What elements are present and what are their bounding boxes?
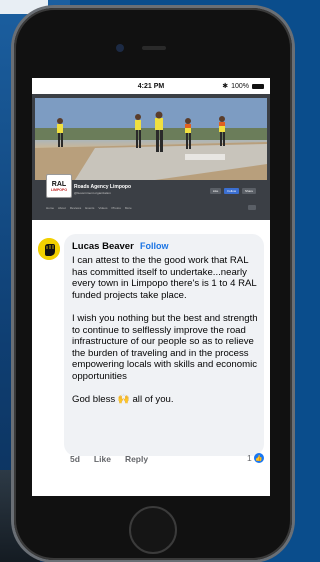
tab-home[interactable]: Home bbox=[46, 206, 54, 210]
comment-time: 5d bbox=[70, 454, 80, 464]
page-share-button[interactable]: Share bbox=[241, 188, 256, 194]
facebook-page-screenshot: RAL LIMPOPO Roads Agency Limpopo @Govern… bbox=[32, 94, 270, 220]
avatar[interactable] bbox=[38, 238, 60, 260]
page-follow-button[interactable]: Follow bbox=[224, 188, 239, 194]
status-time: 4:21 PM bbox=[137, 82, 165, 90]
tab-photos[interactable]: Photos bbox=[112, 206, 121, 210]
page-search-icon[interactable] bbox=[248, 205, 256, 210]
tab-about[interactable]: About bbox=[58, 206, 66, 210]
tab-events[interactable]: Events bbox=[85, 206, 94, 210]
follow-button[interactable]: Follow bbox=[140, 241, 169, 251]
thumbs-up-icon: 👍 bbox=[253, 453, 264, 463]
comment-actions: 5d Like Reply bbox=[70, 454, 148, 464]
status-bar: 4:21 PM ✱ 100% bbox=[32, 78, 270, 94]
status-right: ✱ 100% bbox=[222, 82, 264, 90]
logo-subtext: LIMPOPO bbox=[50, 187, 68, 192]
page-tabs: Home About Reviews Events Videos Photos … bbox=[46, 206, 132, 210]
comment-text: I can attest to the the good work that R… bbox=[72, 255, 258, 406]
phone-frame: 4:21 PM ✱ 100% RAL LIMPOPO Roads Agency … bbox=[14, 8, 292, 560]
tab-more[interactable]: More bbox=[125, 206, 132, 210]
page-logo[interactable]: RAL LIMPOPO bbox=[46, 174, 72, 198]
front-camera bbox=[116, 44, 124, 52]
reply-button[interactable]: Reply bbox=[125, 454, 148, 464]
reaction-count[interactable]: 1 👍 bbox=[247, 453, 264, 463]
comment-author[interactable]: Lucas Beaver bbox=[72, 241, 134, 252]
like-button[interactable]: Like bbox=[94, 454, 111, 464]
page-subtitle: @Government organization bbox=[74, 191, 111, 195]
battery-icon bbox=[252, 83, 264, 89]
earpiece-speaker bbox=[142, 46, 166, 50]
logo-text: RAL bbox=[51, 180, 67, 188]
fist-icon bbox=[38, 238, 60, 260]
cover-photo bbox=[35, 98, 267, 180]
road-workers-photo bbox=[35, 98, 267, 180]
reaction-number: 1 bbox=[247, 453, 252, 463]
page-actions: Like Follow Share bbox=[209, 188, 256, 194]
tab-videos[interactable]: Videos bbox=[98, 206, 107, 210]
bluetooth-icon: ✱ bbox=[222, 83, 229, 90]
page-name[interactable]: Roads Agency Limpopo bbox=[74, 184, 131, 190]
comment-bubble: Lucas Beaver Follow I can attest to the … bbox=[64, 234, 264, 456]
page-like-button[interactable]: Like bbox=[209, 188, 222, 194]
home-button[interactable] bbox=[129, 506, 177, 554]
tab-reviews[interactable]: Reviews bbox=[70, 206, 81, 210]
battery-percent: 100% bbox=[231, 82, 249, 90]
phone-screen: 4:21 PM ✱ 100% RAL LIMPOPO Roads Agency … bbox=[32, 78, 270, 496]
